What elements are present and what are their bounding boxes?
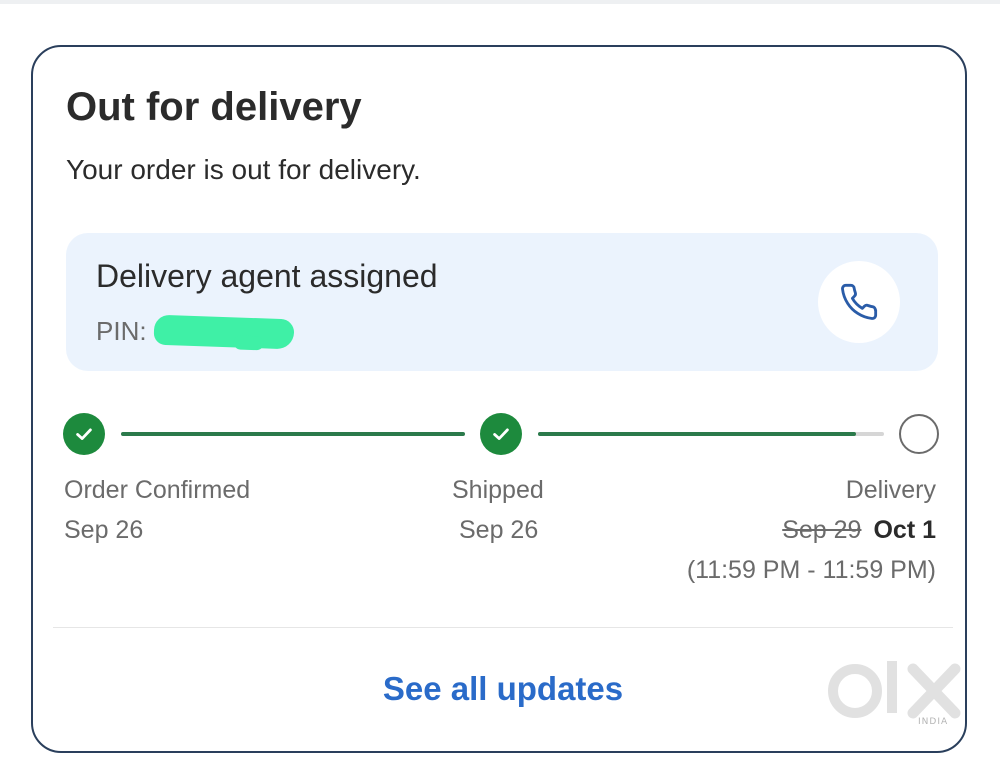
pin-redaction-mark [153, 314, 295, 350]
step-shipped-check-icon [480, 413, 522, 455]
step-date-shipped: Sep 26 [459, 516, 539, 544]
delivery-agent-panel: Delivery agent assigned PIN: [66, 233, 938, 371]
card-subtitle: Your order is out for delivery. [66, 154, 421, 185]
step-delivery-pending-icon [899, 414, 939, 454]
call-agent-button[interactable] [818, 261, 900, 343]
pin-label: PIN: [96, 316, 147, 346]
step-date-order-confirmed: Sep 26 [64, 516, 144, 544]
phone-icon [841, 283, 878, 320]
card-title: Out for delivery [66, 85, 362, 129]
step-label-shipped: Shipped [452, 476, 544, 504]
progress-line-1 [121, 432, 465, 436]
watermark-subtext: INDIA [918, 717, 949, 727]
delivery-original-date: Sep 29 [782, 516, 862, 544]
step-order-confirmed-check-icon [63, 413, 105, 455]
agent-title: Delivery agent assigned [96, 258, 438, 294]
delivery-revised-date: Oct 1 [873, 516, 936, 544]
delivery-time-window: (11:59 PM - 11:59 PM) [686, 556, 936, 584]
top-strip [0, 0, 1000, 4]
step-label-order-confirmed: Order Confirmed [64, 476, 251, 504]
order-status-card: Out for delivery Your order is out for d… [31, 45, 967, 753]
step-date-delivery: Sep 29 Oct 1 [782, 515, 936, 545]
step-label-delivery: Delivery [845, 476, 936, 504]
footer-divider [53, 627, 953, 628]
progress-line-2-fill [538, 432, 857, 436]
